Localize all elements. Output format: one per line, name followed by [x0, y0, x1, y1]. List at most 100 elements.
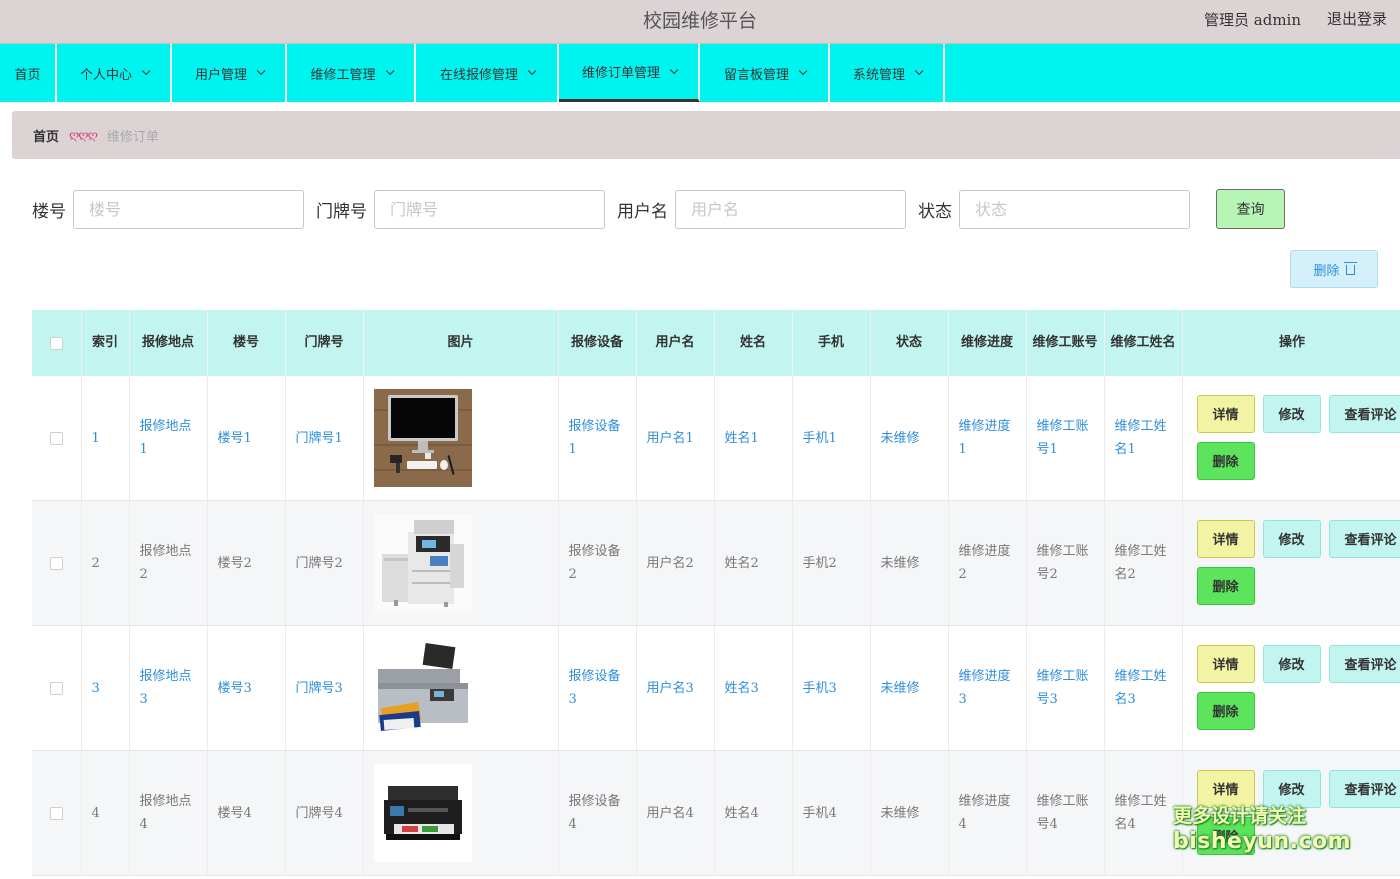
cell-door: 门牌号4 — [285, 750, 364, 876]
logout-link[interactable]: 退出登录 — [1327, 8, 1387, 29]
query-button[interactable]: 查询 — [1216, 189, 1285, 229]
breadcrumb-home[interactable]: 首页 — [33, 126, 59, 145]
nav-item-message-board[interactable]: 留言板管理 — [700, 44, 830, 102]
detail-button[interactable]: 详情 — [1196, 520, 1255, 558]
door-input[interactable] — [374, 189, 605, 229]
column-header: 操作 — [1182, 310, 1400, 376]
select-all-checkbox[interactable] — [49, 336, 63, 350]
nav-item-profile[interactable]: 个人中心 — [57, 44, 172, 102]
cell-worker-account: 维修工账号4 — [1026, 750, 1105, 876]
cell-progress: 维修进度1 — [948, 376, 1027, 501]
chevron-down-icon — [798, 66, 808, 76]
cell-location: 报修地点2 — [129, 500, 208, 626]
cell-device: 报修设备3 — [558, 625, 637, 751]
cell-building: 楼号2 — [207, 500, 286, 626]
view-review-button[interactable]: 查看评论 — [1328, 520, 1400, 558]
delete-button[interactable]: 删除 — [1196, 692, 1255, 730]
cell-index: 3 — [81, 625, 130, 751]
cell-worker-account: 维修工账号2 — [1026, 500, 1105, 626]
copier-image[interactable] — [373, 514, 472, 612]
column-header: 姓名 — [714, 310, 793, 376]
column-header: 楼号 — [207, 310, 286, 376]
edit-button[interactable]: 修改 — [1262, 645, 1321, 683]
chevron-down-icon — [527, 66, 537, 76]
view-review-button[interactable]: 查看评论 — [1328, 645, 1400, 683]
cell-index: 4 — [81, 750, 130, 876]
view-review-button[interactable]: 查看评论 — [1328, 770, 1400, 808]
row-select-cell — [32, 500, 82, 626]
cell-worker-name: 维修工姓名4 — [1104, 750, 1183, 876]
nav-item-system[interactable]: 系统管理 — [830, 44, 945, 102]
nav-label: 维修订单管理 — [581, 66, 660, 81]
cell-worker-account: 维修工账号1 — [1026, 376, 1105, 501]
cell-phone: 手机1 — [792, 376, 871, 501]
app-title: 校园维修平台 — [642, 10, 757, 32]
chevron-down-icon — [914, 66, 924, 76]
username-label: 用户名 — [617, 201, 668, 222]
row-checkbox[interactable] — [49, 806, 63, 820]
status-label: 状态 — [918, 201, 952, 222]
nav-item-users[interactable]: 用户管理 — [172, 44, 287, 102]
cell-door: 门牌号2 — [285, 500, 364, 626]
bulk-delete-button[interactable]: 删除 — [1290, 250, 1378, 288]
door-label: 门牌号 — [316, 201, 367, 222]
column-header: 报修设备 — [558, 310, 637, 376]
nav-item-workers[interactable]: 维修工管理 — [287, 44, 416, 102]
monitor-desk-image[interactable] — [373, 389, 472, 487]
cell-building: 楼号4 — [207, 750, 286, 876]
cell-door: 门牌号1 — [285, 376, 364, 501]
breadcrumb: 首页 ღღღ 维修订单 — [12, 111, 1400, 159]
row-actions: 详情 修改 查看评论 删除 — [1183, 376, 1400, 500]
select-all-cell — [32, 310, 82, 376]
detail-button[interactable]: 详情 — [1196, 395, 1255, 433]
row-checkbox[interactable] — [49, 681, 63, 695]
table-row: 1 报修地点1 楼号1 门牌号1 报修设备1 用户名1 姓名1 手机1 未维修 … — [32, 376, 1400, 501]
status-input[interactable] — [959, 189, 1190, 229]
nav-item-repair-orders[interactable]: 维修订单管理 — [559, 44, 700, 102]
watermark-line1: 更多设计请关注 — [1173, 805, 1307, 827]
cell-progress: 维修进度4 — [948, 750, 1027, 876]
cell-status: 未维修 — [870, 500, 949, 626]
detail-button[interactable]: 详情 — [1196, 645, 1255, 683]
edit-button[interactable]: 修改 — [1262, 520, 1321, 558]
row-select-cell — [32, 750, 82, 876]
breadcrumb-separator-icon: ღღღ — [69, 128, 98, 142]
cell-index: 2 — [81, 500, 130, 626]
scanner-printer-image[interactable] — [373, 639, 472, 737]
row-checkbox[interactable] — [49, 431, 63, 445]
chevron-down-icon — [669, 65, 679, 74]
username-input[interactable] — [675, 189, 906, 229]
nav-item-online-repair[interactable]: 在线报修管理 — [416, 44, 559, 102]
row-checkbox[interactable] — [49, 556, 63, 570]
cell-username: 用户名1 — [636, 376, 715, 501]
cell-image — [363, 750, 559, 876]
printer-image[interactable] — [373, 764, 472, 862]
row-select-cell — [32, 625, 82, 751]
table-header-row: 索引 报修地点 楼号 门牌号 图片 报修设备 用户名 姓名 手机 状态 维修进度… — [32, 310, 1400, 376]
nav-item-home[interactable]: 首页 — [0, 44, 57, 102]
row-actions: 详情 修改 查看评论 删除 — [1183, 501, 1400, 625]
cell-building: 楼号3 — [207, 625, 286, 751]
cell-name: 姓名4 — [714, 750, 793, 876]
chevron-down-icon — [141, 66, 151, 76]
building-input[interactable] — [73, 189, 304, 229]
column-header: 门牌号 — [285, 310, 364, 376]
cell-image — [363, 376, 559, 501]
view-review-button[interactable]: 查看评论 — [1328, 395, 1400, 433]
breadcrumb-current: 维修订单 — [106, 129, 159, 145]
cell-location: 报修地点1 — [129, 376, 208, 501]
cell-username: 用户名4 — [636, 750, 715, 876]
search-form: 楼号 门牌号 用户名 状态 — [32, 189, 1202, 229]
delete-button[interactable]: 删除 — [1196, 442, 1255, 480]
cell-username: 用户名3 — [636, 625, 715, 751]
cell-location: 报修地点4 — [129, 750, 208, 876]
cell-index: 1 — [81, 376, 130, 501]
watermark: 更多设计请关注 bisheyun.com — [1173, 803, 1351, 855]
cell-device: 报修设备2 — [558, 500, 637, 626]
column-header: 维修工账号 — [1026, 310, 1105, 376]
edit-button[interactable]: 修改 — [1262, 395, 1321, 433]
delete-button[interactable]: 删除 — [1196, 567, 1255, 605]
cell-progress: 维修进度3 — [948, 625, 1027, 751]
nav-label: 个人中心 — [79, 67, 132, 83]
cell-username: 用户名2 — [636, 500, 715, 626]
